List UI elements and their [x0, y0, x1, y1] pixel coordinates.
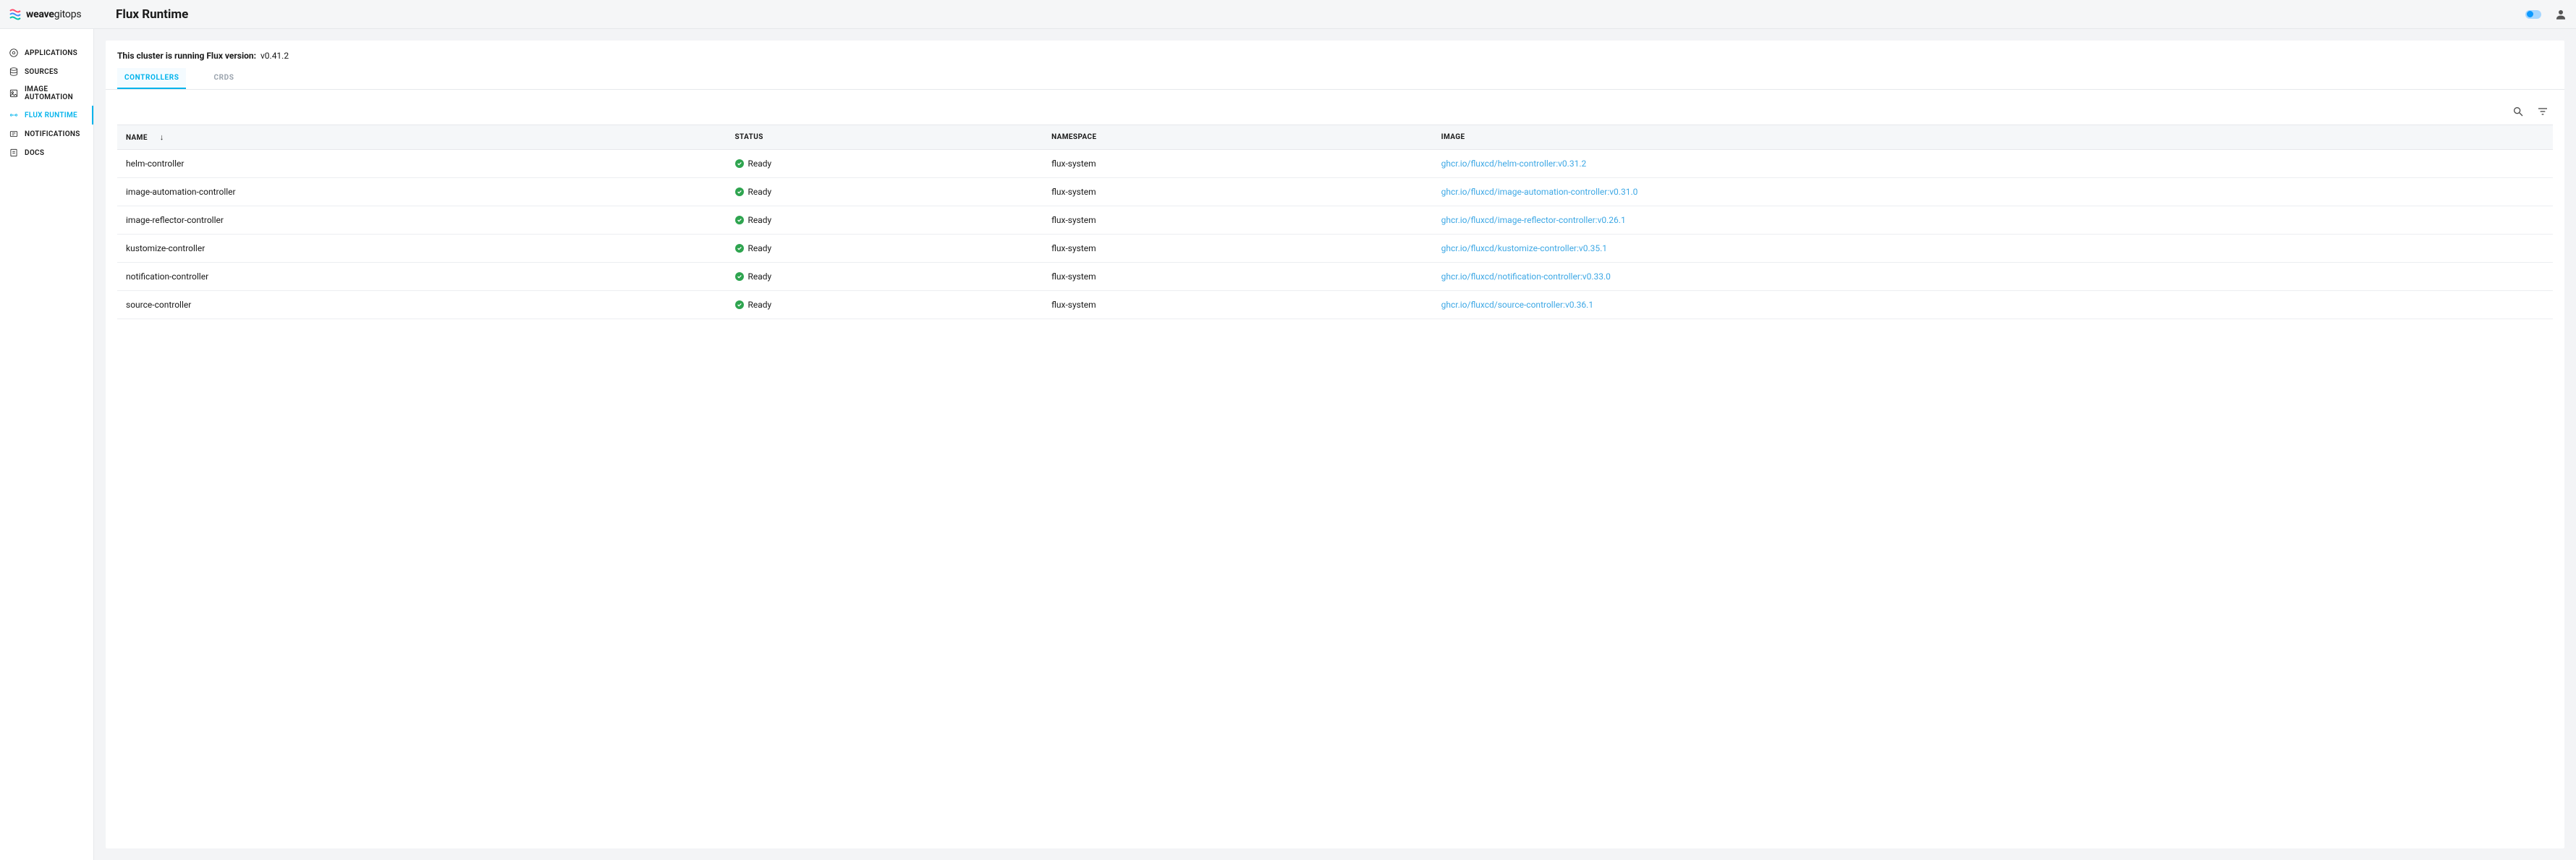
cell-status: Ready	[726, 178, 1043, 206]
cell-name: helm-controller	[117, 150, 726, 178]
sources-icon	[9, 67, 19, 77]
image-link[interactable]: ghcr.io/fluxcd/source-controller:v0.36.1	[1441, 300, 1593, 310]
cell-status: Ready	[726, 150, 1043, 178]
sidebar-item-label: SOURCES	[25, 68, 58, 76]
status-ready-icon	[735, 159, 744, 168]
cell-image: ghcr.io/fluxcd/image-automation-controll…	[1433, 178, 2553, 206]
cell-image: ghcr.io/fluxcd/source-controller:v0.36.1	[1433, 291, 2553, 319]
table-row: source-controllerReadyflux-system ghcr.io…	[117, 291, 2553, 319]
table-row: notification-controllerReadyflux-system g…	[117, 263, 2553, 291]
status-ready-icon	[735, 216, 744, 224]
cell-name: image-reflector-controller	[117, 206, 726, 235]
status-ready-icon	[735, 272, 744, 281]
column-header-namespace[interactable]: NAMESPACE	[1043, 125, 1433, 150]
cell-status: Ready	[726, 291, 1043, 319]
brand-logo[interactable]: weavegitops	[9, 8, 116, 21]
sidebar-item-flux-runtime[interactable]: FLUX RUNTIME	[0, 106, 93, 125]
sidebar-item-notifications[interactable]: NOTIFICATIONS	[0, 125, 93, 143]
cell-namespace: flux-system	[1043, 235, 1433, 263]
topbar: weavegitops Flux Runtime	[0, 0, 2576, 29]
cell-name: notification-controller	[117, 263, 726, 291]
image-link[interactable]: ghcr.io/fluxcd/image-reflector-controlle…	[1441, 215, 1626, 225]
cell-name: image-automation-controller	[117, 178, 726, 206]
status-ready-icon	[735, 187, 744, 196]
flux-runtime-icon	[9, 110, 19, 120]
sidebar-item-applications[interactable]: APPLICATIONS	[0, 43, 93, 62]
cell-namespace: flux-system	[1043, 291, 1433, 319]
column-header-image[interactable]: IMAGE	[1433, 125, 2553, 150]
table-row: helm-controllerReadyflux-system ghcr.io/f…	[117, 150, 2553, 178]
page-title: Flux Runtime	[116, 7, 188, 22]
brand-text: weavegitops	[26, 9, 81, 20]
sidebar-item-image-automation[interactable]: IMAGE AUTOMATION	[0, 81, 93, 106]
tabs: CONTROLLERS CRDS	[106, 68, 2564, 90]
cell-status: Ready	[726, 235, 1043, 263]
controllers-table: NAME ↓ STATUS NAMESPACE IMAGE helm-contr…	[117, 125, 2553, 319]
sidebar-item-docs[interactable]: DOCS	[0, 143, 93, 162]
sidebar-item-label: NOTIFICATIONS	[25, 130, 80, 138]
tab-crds[interactable]: CRDS	[206, 68, 241, 89]
cell-image: ghcr.io/fluxcd/helm-controller:v0.31.2	[1433, 150, 2553, 178]
user-icon[interactable]	[2554, 8, 2567, 21]
sidebar-item-sources[interactable]: SOURCES	[0, 62, 93, 81]
filter-icon[interactable]	[2537, 106, 2549, 117]
cell-image: ghcr.io/fluxcd/image-reflector-controlle…	[1433, 206, 2553, 235]
cell-namespace: flux-system	[1043, 263, 1433, 291]
tab-controllers[interactable]: CONTROLLERS	[117, 68, 186, 89]
cell-namespace: flux-system	[1043, 206, 1433, 235]
sidebar-item-label: FLUX RUNTIME	[25, 111, 77, 119]
cell-name: source-controller	[117, 291, 726, 319]
column-header-status[interactable]: STATUS	[726, 125, 1043, 150]
cell-status: Ready	[726, 206, 1043, 235]
image-link[interactable]: ghcr.io/fluxcd/notification-controller:v…	[1441, 271, 1611, 282]
notifications-icon	[9, 129, 19, 139]
main-content: This cluster is running Flux version: v0…	[94, 29, 2576, 860]
table-row: image-reflector-controllerReadyflux-syst…	[117, 206, 2553, 235]
cell-name: kustomize-controller	[117, 235, 726, 263]
status-ready-icon	[735, 244, 744, 253]
search-icon[interactable]	[2512, 106, 2524, 117]
table-toolbar	[106, 90, 2564, 125]
column-header-name[interactable]: NAME ↓	[117, 125, 726, 150]
image-automation-icon	[9, 88, 19, 98]
flux-version-banner: This cluster is running Flux version: v0…	[106, 41, 2564, 68]
sidebar: APPLICATIONS SOURCES IMAGE AUTOMATION FLUX …	[0, 29, 94, 860]
weave-logo-icon	[9, 8, 22, 21]
table-row: image-automation-controllerReadyflux-sys…	[117, 178, 2553, 206]
docs-icon	[9, 148, 19, 158]
flux-version: v0.41.2	[260, 51, 289, 61]
theme-toggle[interactable]	[2525, 10, 2541, 19]
applications-icon	[9, 48, 19, 58]
image-link[interactable]: ghcr.io/fluxcd/kustomize-controller:v0.3…	[1441, 243, 1607, 253]
image-link[interactable]: ghcr.io/fluxcd/helm-controller:v0.31.2	[1441, 159, 1587, 169]
cell-namespace: flux-system	[1043, 178, 1433, 206]
image-link[interactable]: ghcr.io/fluxcd/image-automation-controll…	[1441, 187, 1638, 197]
sidebar-item-label: APPLICATIONS	[25, 49, 77, 57]
table-header-row: NAME ↓ STATUS NAMESPACE IMAGE	[117, 125, 2553, 150]
sidebar-item-label: DOCS	[25, 149, 44, 157]
status-ready-icon	[735, 300, 744, 309]
cell-status: Ready	[726, 263, 1043, 291]
cell-namespace: flux-system	[1043, 150, 1433, 178]
sort-arrow-down-icon: ↓	[160, 132, 164, 142]
cell-image: ghcr.io/fluxcd/notification-controller:v…	[1433, 263, 2553, 291]
table-row: kustomize-controllerReadyflux-system ghcr…	[117, 235, 2553, 263]
sidebar-item-label: IMAGE AUTOMATION	[25, 85, 83, 101]
cell-image: ghcr.io/fluxcd/kustomize-controller:v0.3…	[1433, 235, 2553, 263]
